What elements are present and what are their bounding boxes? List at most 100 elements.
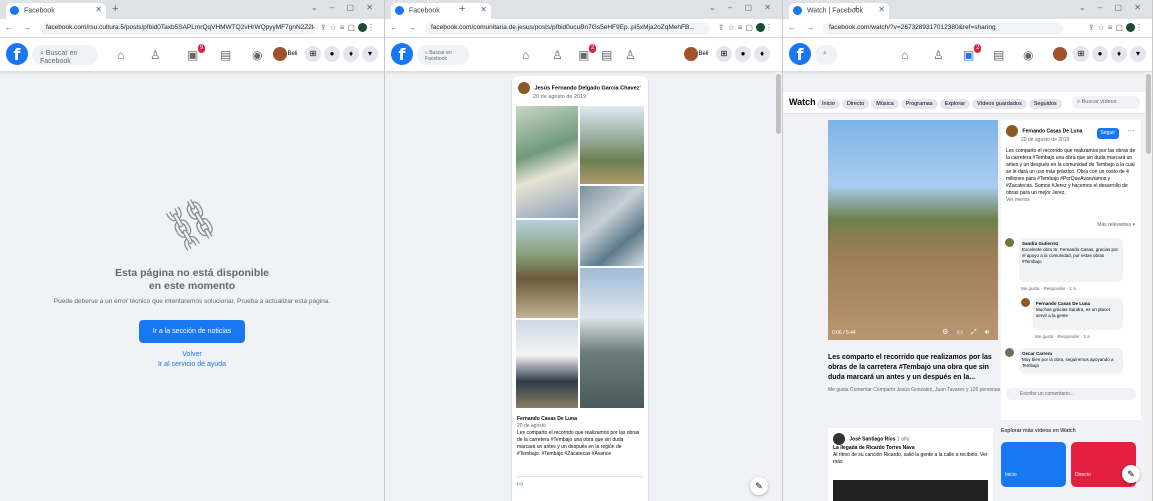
messenger-icon[interactable]: ● <box>735 46 751 62</box>
post-date-2[interactable]: 20 de agosto <box>517 423 546 429</box>
tab-inicio[interactable]: Inicio <box>817 99 840 109</box>
window-controls[interactable]: ⌄ – ▢ ✕ <box>311 3 378 12</box>
browser-toolbar-icons[interactable]: ⇪☆≡▢ ⋮ <box>320 23 378 33</box>
home-icon[interactable]: ⌂ <box>522 48 529 62</box>
tab-musica[interactable]: Música <box>871 99 899 109</box>
window-controls[interactable]: ⌄ – ▢ ✕ <box>1079 3 1146 12</box>
avatar[interactable] <box>684 47 699 61</box>
post-photo[interactable] <box>516 320 578 408</box>
notifications-icon[interactable]: ♦ <box>754 46 770 62</box>
marketplace-icon[interactable]: ▤ <box>993 48 1004 62</box>
more-options-icon[interactable]: ··· <box>634 82 642 91</box>
post-photo[interactable] <box>580 268 644 408</box>
comment-author[interactable]: Oscar Carrera <box>1022 351 1052 356</box>
suggested-author[interactable]: José Santiago Ríos <box>849 436 895 442</box>
scrollbar[interactable] <box>1145 72 1152 501</box>
avatar[interactable] <box>273 47 288 61</box>
gaming-icon[interactable]: ♙ <box>625 48 636 62</box>
search-input[interactable]: ⌕ Buscar en Facebook <box>417 45 469 65</box>
messenger-icon[interactable]: ● <box>324 46 340 62</box>
close-tab-icon[interactable]: ✕ <box>878 5 885 14</box>
window-controls[interactable]: ⌄ – ▢ ✕ <box>709 3 776 12</box>
suggested-video-thumbnail[interactable] <box>833 480 988 501</box>
account-dropdown-icon[interactable]: ▾ <box>1130 46 1146 62</box>
watch-icon[interactable]: ▣ 9 <box>187 44 206 62</box>
avatar[interactable] <box>833 433 845 445</box>
browser-tab[interactable]: Watch | Facebook ✕ <box>789 3 889 19</box>
facebook-logo-icon[interactable]: f <box>6 43 28 65</box>
gaming-icon[interactable]: ◉ <box>1023 48 1033 62</box>
scroll-thumb[interactable] <box>776 74 781 134</box>
explore-tile-inicio[interactable]: Inicio <box>1001 442 1066 487</box>
browser-toolbar-icons[interactable]: ⇪☆≡▢ ⋮ <box>1088 23 1146 33</box>
home-icon[interactable]: ⌂ <box>117 48 124 62</box>
video-player[interactable]: 0:06 / 5:44 ⚙ ▭ ⤢ 🔊︎ <box>828 120 998 340</box>
video-controls[interactable]: ⚙ ▭ ⤢ 🔊︎ <box>942 328 992 337</box>
friends-icon[interactable]: ♙ <box>552 48 563 62</box>
tab-programas[interactable]: Programas <box>900 99 938 109</box>
friends-icon[interactable]: ♙ <box>933 48 944 62</box>
search-input[interactable]: ⌕ Buscar en Facebook <box>32 45 98 65</box>
menu-grid-icon[interactable]: ⊞ <box>1073 46 1089 62</box>
menu-grid-icon[interactable]: ⊞ <box>305 46 321 62</box>
post-author[interactable]: Jesús Fernando Delgado García Chavez <box>535 85 640 91</box>
post-photo[interactable] <box>516 220 578 318</box>
avatar[interactable] <box>1021 298 1030 307</box>
scrollbar[interactable] <box>775 72 782 501</box>
go-to-news-button[interactable]: Ir a la sección de noticias <box>138 320 246 343</box>
url-field[interactable]: facebook.com/comunitaria.de.jesus/posts/… <box>425 23 710 35</box>
profile-icon[interactable] <box>358 23 367 33</box>
post-photo[interactable] <box>580 106 644 184</box>
comment-actions[interactable]: Me gusta · Responder · 1 a <box>1021 285 1076 292</box>
profile-icon[interactable] <box>1126 23 1135 33</box>
avatar[interactable] <box>1005 238 1014 247</box>
search-input[interactable]: ⌕ <box>815 45 837 65</box>
watch-icon[interactable]: ▣ 2 <box>578 44 597 62</box>
see-less-link[interactable]: Ver menos <box>1006 197 1136 204</box>
close-tab-icon[interactable]: ✕ <box>95 5 102 14</box>
avatar[interactable] <box>1053 47 1068 61</box>
new-tab-icon[interactable]: + <box>853 3 859 15</box>
more-options-icon[interactable]: ··· <box>1127 127 1135 135</box>
facebook-logo-icon[interactable]: f <box>789 43 811 65</box>
video-author[interactable]: Fernando Casas De Luna <box>1022 128 1082 134</box>
post-photo[interactable] <box>516 106 578 218</box>
marketplace-icon[interactable]: ▤ <box>220 48 231 62</box>
tab-seguidos[interactable]: Seguidos <box>1028 99 1062 109</box>
friends-icon[interactable]: ♙ <box>150 48 161 62</box>
help-center-link[interactable]: Ir al servicio de ayuda <box>0 361 384 368</box>
back-link[interactable]: Volver <box>0 351 384 358</box>
close-tab-icon[interactable]: ✕ <box>480 5 487 14</box>
menu-grid-icon[interactable]: ⊞ <box>716 46 732 62</box>
post-photo[interactable] <box>580 186 644 266</box>
tab-directo[interactable]: Directo <box>841 99 870 109</box>
marketplace-icon[interactable]: ▤ <box>601 48 612 62</box>
write-comment-input[interactable]: Escribe un comentario... <box>1006 388 1136 400</box>
avatar[interactable] <box>518 82 530 94</box>
browser-tab[interactable]: Facebook ✕ <box>6 3 106 19</box>
like-reaction-icon[interactable]: 👍︎ <box>517 482 523 488</box>
edit-icon[interactable]: ✎ <box>750 477 768 495</box>
scroll-thumb[interactable] <box>1146 74 1151 154</box>
new-tab-icon[interactable]: + <box>112 3 118 15</box>
messenger-icon[interactable]: ● <box>1092 46 1108 62</box>
home-icon[interactable]: ⌂ <box>901 48 908 62</box>
url-field[interactable]: facebook.com/rsu.cultura.5/posts/pfbid0T… <box>40 23 315 35</box>
url-field[interactable]: facebook.com/watch/?v=2673289317012380&r… <box>823 23 1063 35</box>
video-actions[interactable]: Me gusta Comentar Compartir Jesús Gonzal… <box>828 387 1008 393</box>
facebook-logo-icon[interactable]: f <box>391 43 413 65</box>
notifications-icon[interactable]: ♦ <box>1111 46 1127 62</box>
search-videos-input[interactable]: ⌕ Buscar vídeos <box>1072 96 1140 109</box>
avatar[interactable] <box>1006 125 1018 137</box>
browser-toolbar-icons[interactable]: ⇪☆≡▢ ⋮ <box>718 23 776 33</box>
post-author-name[interactable]: Fernando Casas De Luna <box>517 416 577 422</box>
edit-icon[interactable]: ✎ <box>1122 465 1140 483</box>
post-date[interactable]: 20 de agosto de 2019 <box>533 94 586 100</box>
comment-sort-dropdown[interactable]: Más relevantes ▾ <box>1097 222 1135 229</box>
watch-icon[interactable]: ▣ 2 <box>963 44 982 62</box>
gaming-icon[interactable]: ◉ <box>252 48 262 62</box>
comment-author[interactable]: Sandra Gutierrez <box>1022 241 1058 246</box>
tab-explorar[interactable]: Explorar <box>939 99 971 109</box>
comment-actions[interactable]: Me gusta · Responder · 1 a <box>1035 333 1090 340</box>
account-dropdown-icon[interactable]: ▾ <box>362 46 378 62</box>
